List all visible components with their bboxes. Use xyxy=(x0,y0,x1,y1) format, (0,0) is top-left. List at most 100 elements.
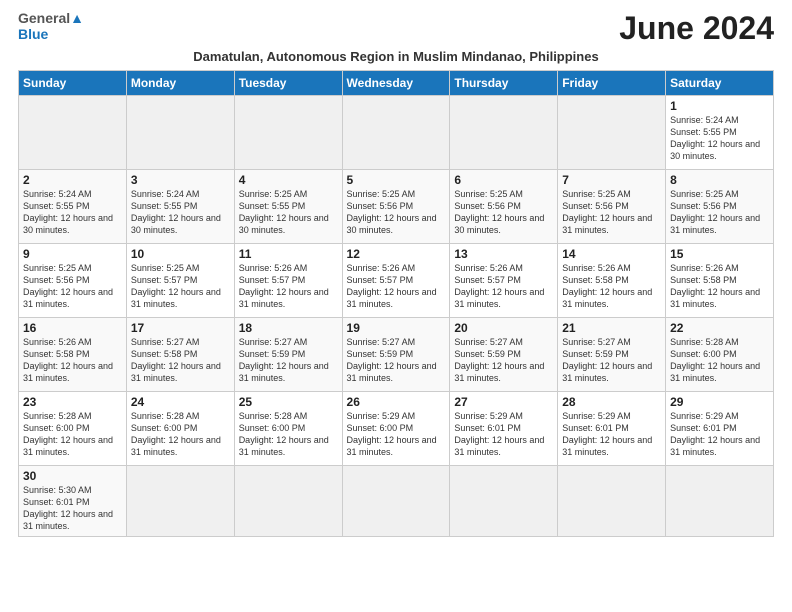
calendar-cell: 18Sunrise: 5:27 AM Sunset: 5:59 PM Dayli… xyxy=(234,318,342,392)
weekday-header-wednesday: Wednesday xyxy=(342,71,450,96)
day-number: 24 xyxy=(131,395,230,409)
day-number: 1 xyxy=(670,99,769,113)
day-number: 13 xyxy=(454,247,553,261)
day-info: Sunrise: 5:29 AM Sunset: 6:01 PM Dayligh… xyxy=(562,410,661,459)
calendar-cell xyxy=(558,466,666,537)
day-number: 10 xyxy=(131,247,230,261)
calendar-cell: 25Sunrise: 5:28 AM Sunset: 6:00 PM Dayli… xyxy=(234,392,342,466)
day-info: Sunrise: 5:24 AM Sunset: 5:55 PM Dayligh… xyxy=(131,188,230,237)
calendar-cell: 10Sunrise: 5:25 AM Sunset: 5:57 PM Dayli… xyxy=(126,244,234,318)
day-info: Sunrise: 5:26 AM Sunset: 5:57 PM Dayligh… xyxy=(454,262,553,311)
day-number: 5 xyxy=(347,173,446,187)
calendar-cell: 24Sunrise: 5:28 AM Sunset: 6:00 PM Dayli… xyxy=(126,392,234,466)
day-info: Sunrise: 5:24 AM Sunset: 5:55 PM Dayligh… xyxy=(670,114,769,163)
calendar-cell: 19Sunrise: 5:27 AM Sunset: 5:59 PM Dayli… xyxy=(342,318,450,392)
calendar-cell: 13Sunrise: 5:26 AM Sunset: 5:57 PM Dayli… xyxy=(450,244,558,318)
subtitle: Damatulan, Autonomous Region in Muslim M… xyxy=(18,49,774,64)
day-number: 21 xyxy=(562,321,661,335)
calendar-cell xyxy=(126,96,234,170)
day-info: Sunrise: 5:27 AM Sunset: 5:59 PM Dayligh… xyxy=(347,336,446,385)
month-title: June 2024 xyxy=(619,10,774,47)
day-number: 16 xyxy=(23,321,122,335)
calendar-cell: 12Sunrise: 5:26 AM Sunset: 5:57 PM Dayli… xyxy=(342,244,450,318)
day-number: 30 xyxy=(23,469,122,483)
calendar-cell: 16Sunrise: 5:26 AM Sunset: 5:58 PM Dayli… xyxy=(19,318,127,392)
day-number: 3 xyxy=(131,173,230,187)
calendar-cell xyxy=(342,466,450,537)
calendar-cell xyxy=(342,96,450,170)
day-number: 18 xyxy=(239,321,338,335)
calendar-cell: 15Sunrise: 5:26 AM Sunset: 5:58 PM Dayli… xyxy=(666,244,774,318)
day-info: Sunrise: 5:26 AM Sunset: 5:58 PM Dayligh… xyxy=(23,336,122,385)
day-info: Sunrise: 5:27 AM Sunset: 5:59 PM Dayligh… xyxy=(239,336,338,385)
calendar-cell: 29Sunrise: 5:29 AM Sunset: 6:01 PM Dayli… xyxy=(666,392,774,466)
day-info: Sunrise: 5:28 AM Sunset: 6:00 PM Dayligh… xyxy=(23,410,122,459)
day-number: 20 xyxy=(454,321,553,335)
calendar-cell: 22Sunrise: 5:28 AM Sunset: 6:00 PM Dayli… xyxy=(666,318,774,392)
calendar-cell: 5Sunrise: 5:25 AM Sunset: 5:56 PM Daylig… xyxy=(342,170,450,244)
calendar-cell xyxy=(19,96,127,170)
calendar-cell: 1Sunrise: 5:24 AM Sunset: 5:55 PM Daylig… xyxy=(666,96,774,170)
calendar-cell: 28Sunrise: 5:29 AM Sunset: 6:01 PM Dayli… xyxy=(558,392,666,466)
calendar-cell xyxy=(666,466,774,537)
day-info: Sunrise: 5:29 AM Sunset: 6:01 PM Dayligh… xyxy=(670,410,769,459)
day-number: 8 xyxy=(670,173,769,187)
day-number: 23 xyxy=(23,395,122,409)
day-number: 6 xyxy=(454,173,553,187)
logo: General▲ Blue xyxy=(18,10,84,42)
day-info: Sunrise: 5:26 AM Sunset: 5:58 PM Dayligh… xyxy=(562,262,661,311)
day-number: 19 xyxy=(347,321,446,335)
day-number: 25 xyxy=(239,395,338,409)
weekday-header-monday: Monday xyxy=(126,71,234,96)
day-info: Sunrise: 5:29 AM Sunset: 6:01 PM Dayligh… xyxy=(454,410,553,459)
calendar-table: SundayMondayTuesdayWednesdayThursdayFrid… xyxy=(18,70,774,537)
calendar-cell: 14Sunrise: 5:26 AM Sunset: 5:58 PM Dayli… xyxy=(558,244,666,318)
day-info: Sunrise: 5:30 AM Sunset: 6:01 PM Dayligh… xyxy=(23,484,122,533)
day-info: Sunrise: 5:25 AM Sunset: 5:56 PM Dayligh… xyxy=(23,262,122,311)
calendar-cell: 17Sunrise: 5:27 AM Sunset: 5:58 PM Dayli… xyxy=(126,318,234,392)
calendar-cell: 6Sunrise: 5:25 AM Sunset: 5:56 PM Daylig… xyxy=(450,170,558,244)
day-number: 17 xyxy=(131,321,230,335)
day-info: Sunrise: 5:26 AM Sunset: 5:57 PM Dayligh… xyxy=(239,262,338,311)
calendar-cell xyxy=(450,466,558,537)
calendar-cell: 27Sunrise: 5:29 AM Sunset: 6:01 PM Dayli… xyxy=(450,392,558,466)
day-info: Sunrise: 5:25 AM Sunset: 5:55 PM Dayligh… xyxy=(239,188,338,237)
calendar-cell: 7Sunrise: 5:25 AM Sunset: 5:56 PM Daylig… xyxy=(558,170,666,244)
day-info: Sunrise: 5:25 AM Sunset: 5:56 PM Dayligh… xyxy=(454,188,553,237)
weekday-header-saturday: Saturday xyxy=(666,71,774,96)
day-info: Sunrise: 5:26 AM Sunset: 5:58 PM Dayligh… xyxy=(670,262,769,311)
day-number: 12 xyxy=(347,247,446,261)
day-info: Sunrise: 5:27 AM Sunset: 5:59 PM Dayligh… xyxy=(562,336,661,385)
calendar-cell: 23Sunrise: 5:28 AM Sunset: 6:00 PM Dayli… xyxy=(19,392,127,466)
day-info: Sunrise: 5:28 AM Sunset: 6:00 PM Dayligh… xyxy=(239,410,338,459)
day-number: 15 xyxy=(670,247,769,261)
day-info: Sunrise: 5:28 AM Sunset: 6:00 PM Dayligh… xyxy=(670,336,769,385)
day-info: Sunrise: 5:25 AM Sunset: 5:56 PM Dayligh… xyxy=(347,188,446,237)
weekday-header-tuesday: Tuesday xyxy=(234,71,342,96)
day-number: 7 xyxy=(562,173,661,187)
day-number: 11 xyxy=(239,247,338,261)
calendar-cell xyxy=(234,466,342,537)
day-info: Sunrise: 5:26 AM Sunset: 5:57 PM Dayligh… xyxy=(347,262,446,311)
day-number: 22 xyxy=(670,321,769,335)
calendar-cell: 11Sunrise: 5:26 AM Sunset: 5:57 PM Dayli… xyxy=(234,244,342,318)
calendar-cell: 26Sunrise: 5:29 AM Sunset: 6:00 PM Dayli… xyxy=(342,392,450,466)
calendar-cell xyxy=(126,466,234,537)
calendar-cell: 8Sunrise: 5:25 AM Sunset: 5:56 PM Daylig… xyxy=(666,170,774,244)
weekday-header-friday: Friday xyxy=(558,71,666,96)
calendar-cell xyxy=(234,96,342,170)
calendar-cell: 20Sunrise: 5:27 AM Sunset: 5:59 PM Dayli… xyxy=(450,318,558,392)
day-number: 2 xyxy=(23,173,122,187)
day-info: Sunrise: 5:28 AM Sunset: 6:00 PM Dayligh… xyxy=(131,410,230,459)
calendar-cell: 3Sunrise: 5:24 AM Sunset: 5:55 PM Daylig… xyxy=(126,170,234,244)
day-number: 26 xyxy=(347,395,446,409)
calendar-cell: 30Sunrise: 5:30 AM Sunset: 6:01 PM Dayli… xyxy=(19,466,127,537)
day-number: 29 xyxy=(670,395,769,409)
day-info: Sunrise: 5:25 AM Sunset: 5:56 PM Dayligh… xyxy=(670,188,769,237)
calendar-cell xyxy=(558,96,666,170)
calendar-cell: 4Sunrise: 5:25 AM Sunset: 5:55 PM Daylig… xyxy=(234,170,342,244)
day-info: Sunrise: 5:24 AM Sunset: 5:55 PM Dayligh… xyxy=(23,188,122,237)
calendar-cell: 2Sunrise: 5:24 AM Sunset: 5:55 PM Daylig… xyxy=(19,170,127,244)
calendar-cell: 9Sunrise: 5:25 AM Sunset: 5:56 PM Daylig… xyxy=(19,244,127,318)
calendar-cell xyxy=(450,96,558,170)
